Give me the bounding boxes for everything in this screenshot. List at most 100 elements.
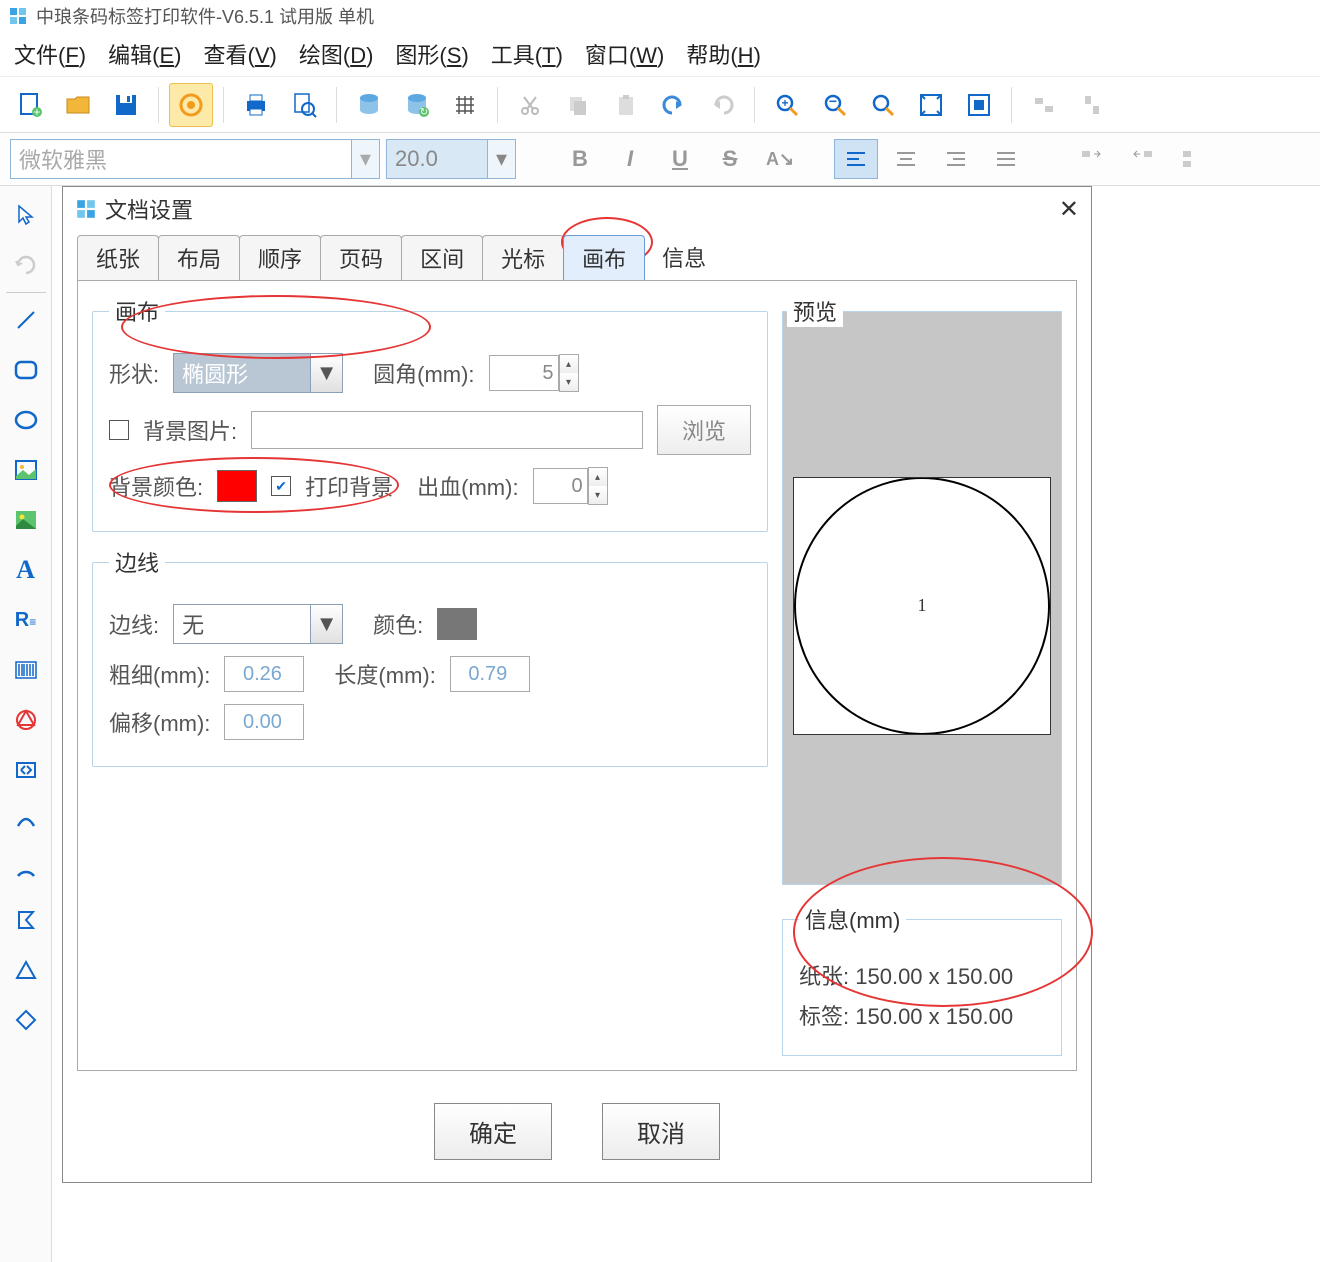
- fit-window-button[interactable]: [909, 83, 953, 127]
- electronic-tool[interactable]: [4, 746, 48, 794]
- zoom-in-button[interactable]: +: [765, 83, 809, 127]
- corner-spinner[interactable]: ▴▾: [559, 354, 579, 392]
- rotate-tool[interactable]: [4, 241, 48, 289]
- barcode-tool[interactable]: [4, 646, 48, 694]
- printbg-checkbox[interactable]: ✔: [271, 476, 291, 496]
- bgimg-checkbox[interactable]: [109, 420, 129, 440]
- qrcode-tool[interactable]: [4, 696, 48, 744]
- copy-button[interactable]: [556, 83, 600, 127]
- font-family-select[interactable]: 微软雅黑 ▾: [10, 139, 380, 179]
- align-right-button[interactable]: [934, 139, 978, 179]
- tab-canvas[interactable]: 画布: [563, 235, 645, 280]
- len-label: 长度(mm):: [334, 658, 435, 690]
- image-tool[interactable]: [4, 496, 48, 544]
- bleed-spinner[interactable]: ▴▾: [588, 467, 608, 505]
- print-button[interactable]: [234, 83, 278, 127]
- toolbar-separator: [754, 87, 755, 123]
- save-button[interactable]: [104, 83, 148, 127]
- paste-button[interactable]: [604, 83, 648, 127]
- grid-button[interactable]: [443, 83, 487, 127]
- zoom-fit-button[interactable]: [861, 83, 905, 127]
- browse-button[interactable]: 浏览: [657, 405, 751, 455]
- diamond-tool[interactable]: [4, 996, 48, 1044]
- tab-order[interactable]: 顺序: [239, 235, 321, 280]
- bgcolor-swatch[interactable]: [217, 470, 257, 502]
- cut-button[interactable]: [508, 83, 552, 127]
- triangle-tool[interactable]: [4, 946, 48, 994]
- menu-edit[interactable]: 编辑(E): [108, 38, 181, 70]
- ok-button[interactable]: 确定: [434, 1103, 552, 1160]
- offset-input[interactable]: 0.00: [224, 704, 304, 740]
- corner-label: 圆角(mm):: [373, 357, 474, 389]
- border-combo[interactable]: 无 ▼: [173, 604, 343, 644]
- italic-button[interactable]: I: [608, 139, 652, 179]
- dialog-icon: [75, 198, 97, 220]
- align-center-button[interactable]: [884, 139, 928, 179]
- menu-draw[interactable]: 绘图(D): [299, 38, 374, 70]
- dropdown-arrow-icon: ▾: [351, 140, 379, 178]
- pointer-tool[interactable]: [4, 191, 48, 239]
- actual-size-button[interactable]: [957, 83, 1001, 127]
- menu-help[interactable]: 帮助(H): [686, 38, 761, 70]
- border-color-swatch[interactable]: [437, 608, 477, 640]
- print-preview-button[interactable]: [282, 83, 326, 127]
- cancel-button[interactable]: 取消: [602, 1103, 720, 1160]
- font-size-select[interactable]: 20.0 ▾: [386, 139, 516, 179]
- dialog-button-row: 确定 取消: [63, 1085, 1091, 1182]
- open-button[interactable]: [56, 83, 100, 127]
- thick-input[interactable]: 0.26: [224, 656, 304, 692]
- strike-button[interactable]: S: [708, 139, 752, 179]
- bleed-input[interactable]: 0: [533, 468, 588, 504]
- curve-tool[interactable]: [4, 796, 48, 844]
- zoom-out-button[interactable]: −: [813, 83, 857, 127]
- underline-button[interactable]: U: [658, 139, 702, 179]
- rounded-rect-tool[interactable]: [4, 346, 48, 394]
- len-input[interactable]: 0.79: [450, 656, 530, 692]
- database-refresh-button[interactable]: ↻: [395, 83, 439, 127]
- bold-button[interactable]: B: [558, 139, 602, 179]
- svg-text:−: −: [829, 93, 837, 109]
- undo-button[interactable]: [652, 83, 696, 127]
- border-value: 无: [182, 608, 204, 640]
- shape-combo[interactable]: 椭圆形 ▼: [173, 353, 343, 393]
- tab-layout[interactable]: 布局: [158, 235, 240, 280]
- align-justify-button[interactable]: [984, 139, 1028, 179]
- preview-fieldset: 预览 1: [782, 295, 1062, 885]
- arc-tool[interactable]: [4, 846, 48, 894]
- menu-shape[interactable]: 图形(S): [395, 38, 468, 70]
- menu-window[interactable]: 窗口(W): [585, 38, 664, 70]
- redo-button[interactable]: [700, 83, 744, 127]
- settings-button[interactable]: [169, 83, 213, 127]
- spacing-button[interactable]: [1170, 139, 1214, 179]
- align-button-1[interactable]: [1022, 83, 1066, 127]
- text-tool[interactable]: A: [4, 546, 48, 594]
- toolbar-separator: [336, 87, 337, 123]
- bgimg-path-input[interactable]: [251, 411, 643, 449]
- image-file-tool[interactable]: [4, 446, 48, 494]
- bleed-label: 出血(mm):: [417, 470, 518, 502]
- dropdown-arrow-icon: ▼: [310, 354, 342, 392]
- corner-input[interactable]: 5: [489, 355, 559, 391]
- tab-cursor[interactable]: 光标: [482, 235, 564, 280]
- tab-info[interactable]: 信息: [644, 235, 724, 280]
- align-button-2[interactable]: [1070, 83, 1114, 127]
- menu-file[interactable]: 文件(F): [14, 38, 86, 70]
- tab-range[interactable]: 区间: [401, 235, 483, 280]
- toolbar-separator: [497, 87, 498, 123]
- tab-paper[interactable]: 纸张: [77, 235, 159, 280]
- tab-page[interactable]: 页码: [320, 235, 402, 280]
- indent-left-button[interactable]: [1070, 139, 1114, 179]
- richtext-tool[interactable]: R≡: [4, 596, 48, 644]
- line-tool[interactable]: [4, 296, 48, 344]
- new-doc-button[interactable]: +: [8, 83, 52, 127]
- ellipse-tool[interactable]: [4, 396, 48, 444]
- menu-tool[interactable]: 工具(T): [491, 38, 563, 70]
- close-button[interactable]: ✕: [1059, 195, 1079, 224]
- clear-format-button[interactable]: A↘: [758, 139, 802, 179]
- polygon-tool[interactable]: [4, 896, 48, 944]
- toolbar-separator: [223, 87, 224, 123]
- align-left-button[interactable]: [834, 139, 878, 179]
- database-button[interactable]: [347, 83, 391, 127]
- indent-right-button[interactable]: [1120, 139, 1164, 179]
- menu-view[interactable]: 查看(V): [203, 38, 276, 70]
